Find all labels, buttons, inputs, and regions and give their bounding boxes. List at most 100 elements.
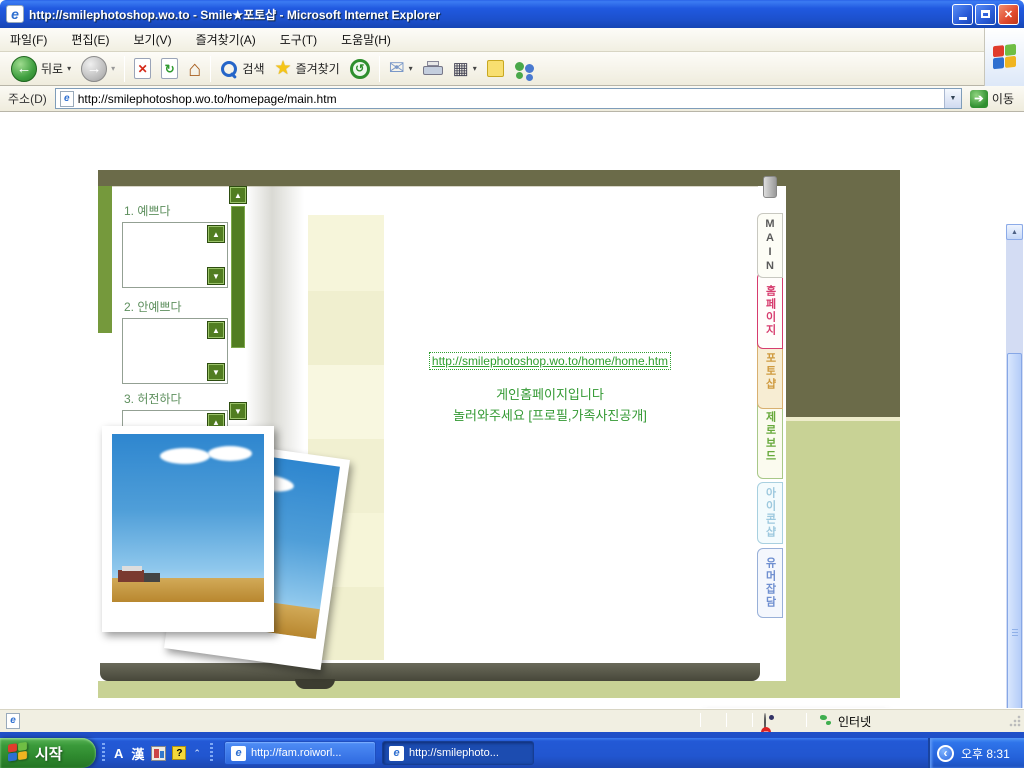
panel-scroll-down-button[interactable]: ▼ (229, 402, 247, 420)
poll-up-button[interactable]: ▲ (207, 225, 225, 243)
page-right-green-block (786, 421, 900, 698)
start-button[interactable]: 시작 (0, 738, 96, 768)
menu-favorites[interactable]: 즐겨찾기(A) (196, 31, 256, 48)
search-button[interactable]: 검색 (215, 58, 269, 80)
task-label: http://fam.roiworl... (251, 747, 341, 759)
status-separator (806, 713, 807, 727)
status-separator (752, 713, 753, 727)
tab-humor[interactable]: 유머잡담 (757, 548, 783, 618)
tray-collapse-icon[interactable]: ‹ (937, 745, 954, 762)
tab-homepage[interactable]: 홈페이지 (757, 272, 783, 349)
desktop: e http://smilephotoshop.wo.to - Smile★포토… (0, 0, 1024, 768)
favorites-button[interactable]: ★ 즐겨찾기 (270, 55, 345, 82)
go-button[interactable]: ➔ 이동 (970, 90, 1014, 108)
windows-flag-icon (993, 44, 1017, 71)
address-input[interactable]: e http://smilephotoshop.wo.to/homepage/m… (55, 88, 962, 109)
history-icon: ↺ (350, 59, 370, 79)
poll-item-label: 3. 허전하다 (124, 390, 182, 407)
edit-button[interactable]: ▦ ▾ (448, 57, 482, 81)
task-label: http://smilephoto... (409, 747, 499, 759)
back-icon: ← (11, 56, 37, 82)
mail-dropdown-icon[interactable]: ▾ (409, 64, 413, 73)
ie-brand-throbber (984, 28, 1024, 86)
toolbar-separator (124, 56, 125, 82)
ime-icon[interactable] (151, 746, 166, 761)
privacy-report-icon[interactable] (764, 713, 766, 732)
print-icon (423, 61, 443, 77)
lang-indicator-hanja[interactable]: 漢 (131, 744, 144, 763)
panel-scroll-up-button[interactable]: ▲ (229, 186, 247, 204)
go-label: 이동 (992, 90, 1014, 107)
address-url-text[interactable]: http://smilephotoshop.wo.to/homepage/mai… (78, 92, 944, 106)
edit-dropdown-icon[interactable]: ▾ (473, 64, 477, 73)
resize-grip (1008, 714, 1021, 727)
content-scrollbar[interactable]: ▲ ▼ (1006, 224, 1023, 708)
favorites-label: 즐겨찾기 (296, 60, 340, 77)
ime-help-icon[interactable]: ? (172, 746, 186, 760)
poll-item-box[interactable]: ▲ ▼ (122, 222, 228, 288)
minimize-button[interactable] (952, 4, 973, 25)
tab-iconshop[interactable]: 아이콘샵 (757, 482, 783, 544)
back-button[interactable]: ← 뒤로 ▾ (6, 54, 76, 84)
clip-icon (763, 176, 777, 198)
poll-up-button[interactable]: ▲ (207, 321, 225, 339)
star-icon: ★ (275, 57, 292, 80)
mail-button[interactable]: ✉ ▾ (384, 55, 418, 82)
scroll-up-button[interactable]: ▲ (1006, 224, 1023, 240)
status-separator (726, 713, 727, 727)
taskbar-task-fam[interactable]: e http://fam.roiworl... (224, 741, 376, 765)
refresh-button[interactable]: ↻ (156, 56, 183, 81)
menu-tools[interactable]: 도구(T) (280, 31, 317, 48)
page-bottom-strip (98, 681, 900, 698)
poll-down-button[interactable]: ▼ (207, 363, 225, 381)
poll-down-button[interactable]: ▼ (207, 267, 225, 285)
stop-button[interactable]: ✕ (129, 56, 156, 81)
ie-task-icon: e (231, 746, 246, 761)
page-right-olive-block (786, 186, 900, 417)
search-icon (220, 60, 238, 78)
scroll-thumb[interactable] (1007, 353, 1022, 708)
toolbar-handle[interactable] (210, 743, 213, 763)
search-label: 검색 (242, 60, 264, 77)
toolbar-separator (379, 56, 380, 82)
taskbar-task-smilephoto[interactable]: e http://smilephoto... (382, 741, 534, 765)
home-button[interactable]: ⌂ (183, 54, 206, 84)
book-bottom-edge (100, 663, 760, 681)
menu-help[interactable]: 도움말(H) (341, 31, 391, 48)
system-tray: ‹ 오후 8:31 (928, 738, 1024, 768)
address-dropdown-button[interactable]: ▼ (944, 89, 961, 108)
homepage-intro-line2: 놀러와주세요 [프로필,가족사진공개] (340, 405, 760, 424)
book-spine-notch (295, 679, 335, 689)
lang-expand-icon[interactable]: ⌃ (193, 748, 201, 759)
homepage-intro-line1: 게인홈페이지입니다 (340, 384, 760, 403)
tray-clock[interactable]: 오후 8:31 (961, 745, 1010, 762)
window-titlebar[interactable]: e http://smilephotoshop.wo.to - Smile★포토… (0, 0, 1024, 28)
menu-file[interactable]: 파일(F) (10, 31, 47, 48)
lang-indicator-a[interactable]: A (114, 746, 123, 761)
close-button[interactable]: ✕ (998, 4, 1019, 25)
messenger-button[interactable] (509, 58, 541, 80)
ie-task-icon: e (389, 746, 404, 761)
page-left-green-bar (98, 186, 112, 333)
address-bar: 주소(D) e http://smilephotoshop.wo.to/home… (0, 86, 1024, 112)
history-button[interactable]: ↺ (345, 57, 375, 81)
home-icon: ⌂ (188, 56, 201, 82)
back-dropdown-icon[interactable]: ▾ (67, 64, 71, 73)
forward-dropdown-icon: ▾ (111, 64, 115, 73)
tab-main[interactable]: MAIN (757, 213, 783, 278)
stop-icon: ✕ (134, 58, 151, 79)
print-button[interactable] (418, 59, 448, 79)
standard-toolbar: ← 뒤로 ▾ → ▾ ✕ ↻ ⌂ 검색 ★ 즐겨찾기 ↺ (0, 52, 984, 86)
photo-front (102, 426, 274, 632)
maximize-button[interactable] (975, 4, 996, 25)
panel-scroll-thumb[interactable] (231, 206, 245, 348)
discuss-button[interactable] (482, 58, 509, 79)
forward-button[interactable]: → ▾ (76, 54, 120, 84)
toolbar-handle[interactable] (102, 743, 105, 763)
poll-item-box[interactable]: ▲ ▼ (122, 318, 228, 384)
menu-edit[interactable]: 편집(E) (71, 31, 109, 48)
messenger-icon (514, 60, 536, 78)
menu-view[interactable]: 보기(V) (133, 31, 171, 48)
homepage-link[interactable]: http://smilephotoshop.wo.to/home/home.ht… (429, 352, 671, 370)
start-label: 시작 (35, 743, 63, 764)
